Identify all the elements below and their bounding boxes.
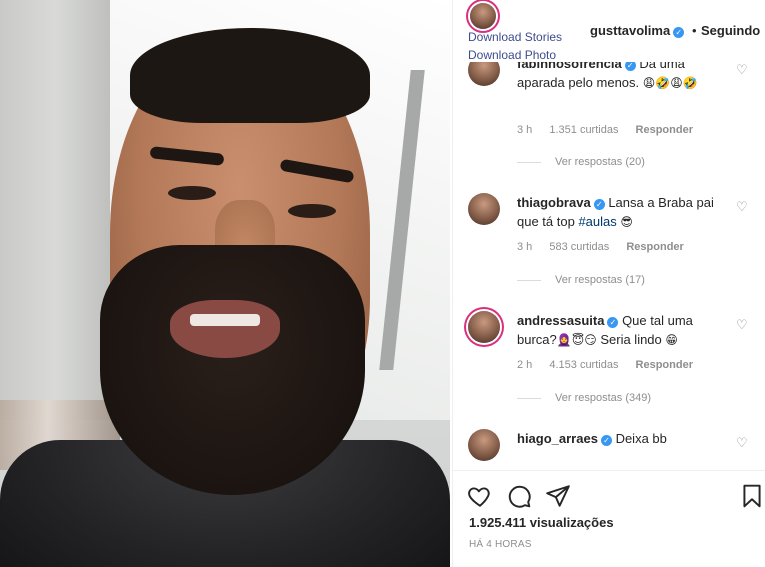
comment-text: andressasuita ✓ Que tal uma burca?🧕😇😏 Ser… — [517, 311, 729, 350]
post-side-panel: Download Stories Download Photo gusttavo… — [452, 0, 765, 567]
like-comment-heart-icon[interactable]: ♡ — [736, 201, 750, 215]
comment-hashtag-link[interactable]: #aulas — [578, 214, 616, 229]
comment-emoji: 😁 — [665, 333, 678, 347]
verified-badge-icon: ✓ — [624, 62, 636, 71]
post-timestamp: HÁ 4 HORAS — [469, 539, 532, 550]
replies-divider — [517, 397, 541, 399]
comment-time: 3 h — [517, 124, 533, 136]
following-button[interactable]: Seguindo — [701, 23, 760, 38]
post-header: Download Stories Download Photo gusttavo… — [453, 0, 765, 62]
comment-body: Deixa bb — [615, 431, 667, 446]
comment-likes[interactable]: 4.153 curtidas — [549, 359, 618, 371]
header-separator: • — [692, 23, 697, 38]
comment-text: fabinnosofrencia ✓ Da uma aparada pelo me… — [517, 62, 729, 93]
person-teeth — [190, 314, 260, 326]
comment-time: 3 h — [517, 241, 533, 253]
view-replies-button[interactable]: Ver respostas (17) — [517, 274, 645, 286]
person-beard — [100, 245, 365, 495]
commenter-username[interactable]: fabinnosofrencia — [517, 62, 622, 71]
post-footer: 1.925.411 visualizações HÁ 4 HORAS — [453, 470, 765, 567]
reply-button[interactable]: Responder — [636, 124, 693, 136]
commenter-avatar[interactable] — [468, 193, 500, 225]
comment-emoji: 🧕😇😏 — [556, 333, 597, 347]
comment-likes[interactable]: 583 curtidas — [549, 241, 609, 253]
verified-badge-icon: ✓ — [607, 317, 619, 328]
verified-badge-icon: ✓ — [600, 435, 612, 446]
commenter-username[interactable]: hiago_arraes — [517, 431, 598, 446]
right-eye — [288, 204, 336, 218]
comment-meta: 3 h 1.351 curtidas Responder — [517, 124, 707, 136]
left-eye — [168, 186, 216, 200]
person-hair — [130, 28, 370, 123]
video-frame[interactable] — [0, 0, 450, 567]
comment-meta: 3 h 583 curtidas Responder — [517, 241, 698, 253]
commenter-avatar[interactable] — [468, 429, 500, 461]
download-stories-link[interactable]: Download Stories — [468, 30, 562, 44]
comment-bubble-icon[interactable] — [506, 483, 532, 509]
author-avatar[interactable] — [470, 3, 496, 29]
reply-button[interactable]: Responder — [626, 241, 683, 253]
like-comment-heart-icon[interactable]: ♡ — [736, 437, 750, 451]
commenter-avatar[interactable] — [468, 62, 500, 86]
commenter-username[interactable]: thiagobrava — [517, 195, 591, 210]
author-username-block[interactable]: gusttavolima ✓ — [590, 23, 685, 38]
comment-meta: 2 h 4.153 curtidas Responder — [517, 359, 707, 371]
share-send-icon[interactable] — [545, 483, 571, 509]
comment-time: 2 h — [517, 359, 533, 371]
commenter-username[interactable]: andressasuita — [517, 313, 604, 328]
replies-divider — [517, 279, 541, 281]
download-photo-link[interactable]: Download Photo — [468, 48, 556, 62]
view-count[interactable]: 1.925.411 visualizações — [469, 515, 614, 530]
comment-text: hiago_arraes ✓ Deixa bb — [517, 429, 729, 448]
verified-badge-icon: ✓ — [593, 199, 605, 210]
save-bookmark-icon[interactable] — [739, 483, 765, 509]
person-mouth — [170, 300, 280, 358]
comments-list[interactable]: fabinnosofrencia ✓ Da uma aparada pelo me… — [453, 62, 765, 470]
comment-body-continued: Seria lindo — [600, 332, 662, 347]
verified-badge-icon: ✓ — [673, 27, 685, 38]
like-heart-icon[interactable] — [467, 483, 493, 509]
like-comment-heart-icon[interactable]: ♡ — [736, 64, 750, 78]
reply-button[interactable]: Responder — [636, 359, 693, 371]
comment-likes[interactable]: 1.351 curtidas — [549, 124, 618, 136]
comment-text: thiagobrava ✓ Lansa a Braba pai que tá to… — [517, 193, 729, 232]
comment-emoji: 😩🤣😩🤣 — [642, 76, 698, 90]
view-replies-button[interactable]: Ver respostas (20) — [517, 156, 645, 168]
view-replies-button[interactable]: Ver respostas (349) — [517, 392, 651, 404]
view-replies-label[interactable]: Ver respostas (20) — [555, 156, 645, 168]
comment-emoji: 😎 — [620, 215, 633, 229]
view-replies-label[interactable]: Ver respostas (17) — [555, 274, 645, 286]
view-replies-label[interactable]: Ver respostas (349) — [555, 392, 651, 404]
author-username[interactable]: gusttavolima — [590, 23, 670, 38]
background-pillar — [0, 0, 110, 420]
commenter-avatar[interactable] — [468, 311, 500, 343]
like-comment-heart-icon[interactable]: ♡ — [736, 319, 750, 333]
replies-divider — [517, 161, 541, 163]
